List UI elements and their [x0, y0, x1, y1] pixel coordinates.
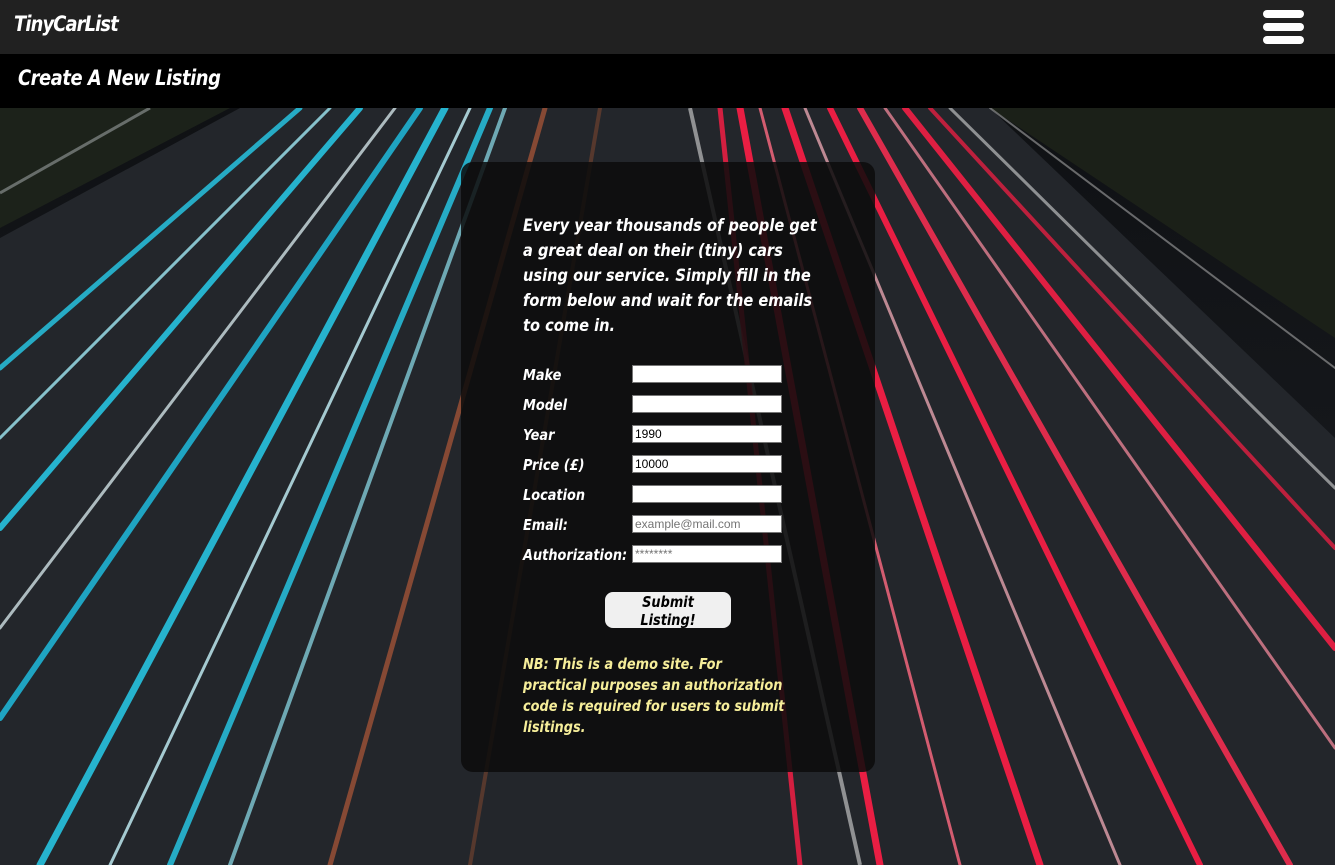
location-input[interactable] [632, 485, 782, 503]
hamburger-bar [1263, 36, 1304, 44]
top-navbar: TinyCarList [0, 0, 1335, 54]
year-label: Year [523, 426, 555, 444]
submit-listing-button[interactable]: Submit Listing! [605, 592, 731, 629]
demo-note: NB: This is a demo site. For practical p… [523, 655, 785, 736]
email-label: Email: [523, 516, 568, 534]
price-input[interactable] [632, 455, 782, 473]
email-input[interactable] [632, 515, 782, 533]
authorization-label: Authorization: [523, 546, 628, 564]
listing-form-card: Every year thousands of people get a gre… [461, 162, 875, 772]
page-title: Create A New Listing [18, 66, 221, 90]
price-label: Price (£) [523, 456, 585, 474]
model-row: Model [523, 393, 823, 417]
price-row: Price (£) [523, 453, 823, 477]
make-row: Make [523, 363, 823, 387]
hamburger-bar [1263, 23, 1304, 31]
year-row: Year [523, 423, 823, 447]
hamburger-menu-icon[interactable] [1263, 10, 1304, 45]
submit-listing-label: Submit Listing! [640, 593, 696, 629]
hamburger-bar [1263, 10, 1304, 18]
authorization-row: Authorization: [523, 543, 823, 567]
make-label: Make [523, 366, 562, 384]
year-input[interactable] [632, 425, 782, 443]
brand-logo-link[interactable]: TinyCarList [14, 12, 119, 36]
page-header: Create A New Listing [0, 54, 1335, 108]
email-row: Email: [523, 513, 823, 537]
location-label: Location [523, 486, 586, 504]
model-label: Model [523, 396, 568, 414]
make-input[interactable] [632, 365, 782, 383]
model-input[interactable] [632, 395, 782, 413]
intro-text: Every year thousands of people get a gre… [523, 216, 817, 336]
location-row: Location [523, 483, 823, 507]
authorization-input[interactable] [632, 545, 782, 563]
